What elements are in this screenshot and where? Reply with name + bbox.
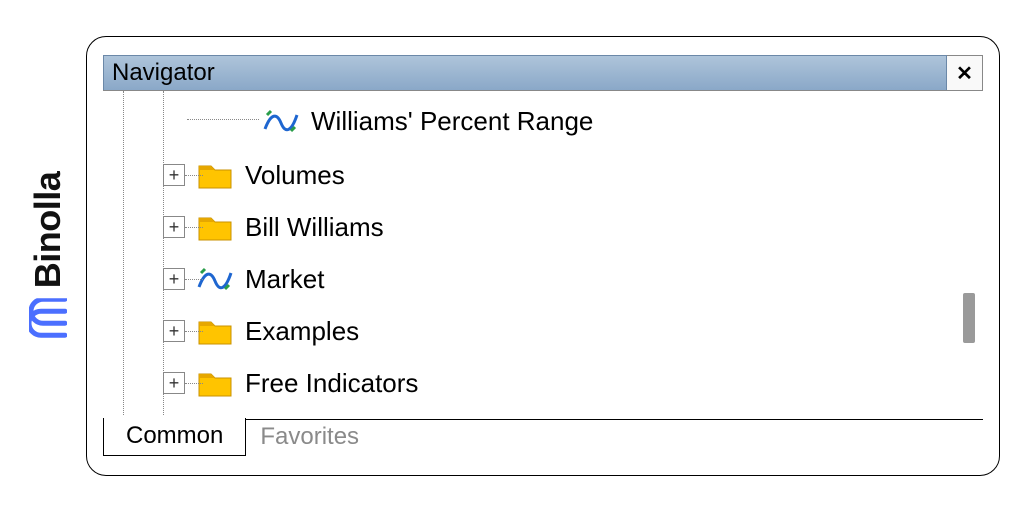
close-icon: ✕ — [956, 61, 973, 86]
tree-connector — [185, 279, 203, 280]
tree-item-indicator[interactable]: Williams' Percent Range — [263, 97, 593, 145]
tree-item-label: Market — [245, 264, 324, 295]
navigator-panel: Navigator ✕ Williams' Percent Range + Vo… — [86, 36, 1000, 476]
tree-item-label: Examples — [245, 316, 359, 347]
expand-button[interactable]: + — [163, 216, 185, 238]
tree-connector — [185, 227, 203, 228]
plus-icon: + — [169, 322, 180, 340]
tree-guide-line — [123, 91, 124, 419]
panel-title: Navigator — [103, 55, 947, 90]
tab-favorites[interactable]: Favorites — [246, 419, 381, 457]
expand-button[interactable]: + — [163, 320, 185, 342]
brand-name: Binolla — [27, 172, 69, 289]
tab-bar: Common Favorites — [103, 419, 983, 457]
tree-connector — [185, 383, 203, 384]
tree-item-folder[interactable]: + Volumes — [163, 151, 345, 199]
tree-connector — [187, 119, 259, 120]
expand-button[interactable]: + — [163, 372, 185, 394]
plus-icon: + — [169, 218, 180, 236]
plus-icon: + — [169, 270, 180, 288]
tree-item-folder[interactable]: + Market — [163, 255, 324, 303]
tree-item-folder[interactable]: + Free Indicators — [163, 359, 418, 407]
tree-item-label: Volumes — [245, 160, 345, 191]
title-bar: Navigator ✕ — [103, 55, 983, 91]
plus-icon: + — [169, 166, 180, 184]
tree-connector — [185, 175, 203, 176]
tree-connector — [185, 331, 203, 332]
tab-common[interactable]: Common — [103, 418, 246, 456]
expand-button[interactable]: + — [163, 268, 185, 290]
tree-item-label: Free Indicators — [245, 368, 418, 399]
expand-button[interactable]: + — [163, 164, 185, 186]
tree-item-label: Bill Williams — [245, 212, 384, 243]
indicator-icon — [263, 107, 299, 135]
tree-item-folder[interactable]: + Examples — [163, 307, 359, 355]
navigator-tree: Williams' Percent Range + Volumes + Bill… — [103, 91, 983, 419]
plus-icon: + — [169, 374, 180, 392]
tree-item-folder[interactable]: + Bill Williams — [163, 203, 384, 251]
brand: Binolla — [27, 172, 69, 341]
brand-logo-icon — [29, 298, 67, 340]
scrollbar-thumb[interactable] — [963, 293, 975, 343]
tree-item-label: Williams' Percent Range — [311, 106, 593, 137]
close-button[interactable]: ✕ — [947, 55, 983, 90]
